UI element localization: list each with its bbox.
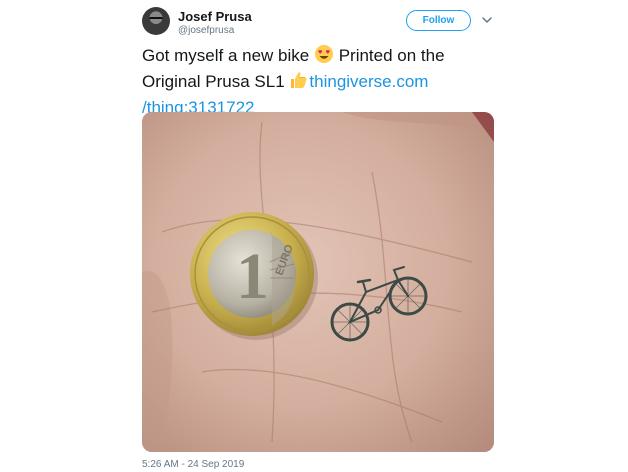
follow-button[interactable]: Follow <box>406 10 471 31</box>
follow-button-label: Follow <box>422 15 455 26</box>
euro-coin: 1 EURO <box>190 212 314 336</box>
tweet-card: Josef Prusa @josefprusa Follow Got mysel… <box>0 0 628 472</box>
thumbs-up-emoji-icon <box>289 70 309 96</box>
author-name[interactable]: Josef Prusa <box>178 9 252 24</box>
photo-scene: 1 EURO <box>142 112 494 452</box>
tweet-text: Got myself a new bike Printed on the Ori… <box>142 44 494 119</box>
avatar-glasses <box>149 17 163 23</box>
tweet-link[interactable]: thingiverse.com <box>309 72 428 91</box>
chevron-down-icon[interactable] <box>481 14 493 26</box>
tweet-photo[interactable]: 1 EURO <box>142 112 494 452</box>
heart-eyes-emoji-icon <box>314 44 334 70</box>
coin-denomination: 1 <box>236 240 269 313</box>
tweet-timestamp[interactable]: 5:26 AM - 24 Sep 2019 <box>142 459 244 470</box>
author-handle[interactable]: @josefprusa <box>178 25 234 36</box>
tweet-text-part: Got myself a new bike <box>142 46 314 65</box>
avatar[interactable] <box>142 7 170 35</box>
